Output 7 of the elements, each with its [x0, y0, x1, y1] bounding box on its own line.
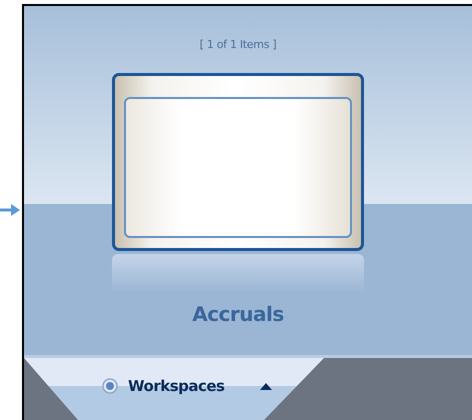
tile-card[interactable] [112, 73, 364, 251]
target-icon [102, 378, 118, 394]
workspaces-tab[interactable]: Workspaces [24, 358, 324, 420]
caret-icon [260, 382, 272, 390]
item-counter: [ 1 of 1 Items ] [200, 38, 276, 51]
tile-label: Accruals [192, 302, 284, 326]
arrow-icon [0, 204, 20, 216]
